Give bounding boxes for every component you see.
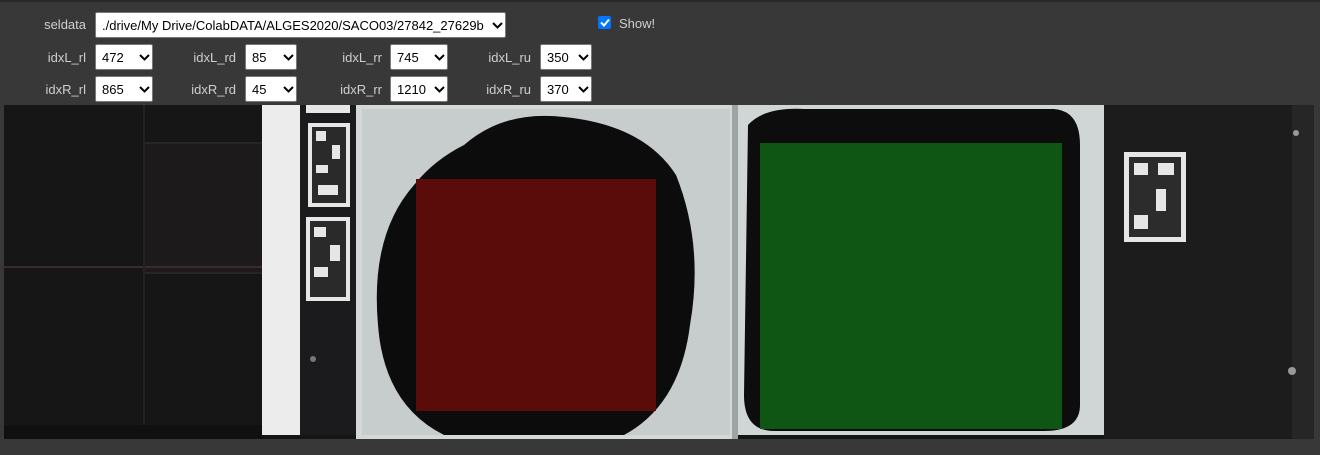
idxR-rl-label: idxR_rl	[45, 82, 86, 97]
idxL-rd-select[interactable]: 85	[245, 44, 297, 70]
top-border	[0, 0, 1320, 2]
idxL-rd-value: 85	[252, 49, 267, 65]
checkmark-icon	[599, 18, 610, 27]
idxL-ru-value: 350	[547, 49, 569, 65]
chevron-down-icon	[280, 53, 296, 61]
chevron-down-icon	[575, 53, 591, 61]
chevron-down-icon	[136, 85, 152, 93]
idxR-ru-value: 370	[547, 81, 569, 97]
chevron-down-icon	[575, 85, 591, 93]
idxL-ru-select[interactable]: 350	[540, 44, 592, 70]
seldata-select[interactable]: ./drive/My Drive/ColabDATA/ALGES2020/SAC…	[95, 12, 506, 38]
chevron-down-icon	[489, 21, 505, 29]
idxR-rr-label: idxR_rr	[340, 82, 382, 97]
idxL-rr-select[interactable]: 745	[390, 44, 448, 70]
right-roi-overlay	[760, 143, 1062, 429]
sample-photo-drawing	[4, 105, 1314, 439]
idxR-rd-label: idxR_rd	[191, 82, 236, 97]
seldata-value: ./drive/My Drive/ColabDATA/ALGES2020/SAC…	[102, 17, 484, 33]
left-roi-overlay	[416, 179, 656, 411]
idxL-rr-value: 745	[397, 49, 419, 65]
idxL-ru-label: idxL_ru	[488, 50, 531, 65]
chevron-down-icon	[431, 85, 447, 93]
show-checkbox[interactable]	[598, 16, 611, 29]
idxR-ru-select[interactable]: 370	[540, 76, 592, 102]
idxR-ru-label: idxR_ru	[486, 82, 531, 97]
chevron-down-icon	[136, 53, 152, 61]
show-label: Show!	[619, 16, 656, 31]
idxR-rl-select[interactable]: 865	[95, 76, 153, 102]
idxL-rl-label: idxL_rl	[47, 50, 86, 65]
idxR-rd-value: 45	[252, 81, 267, 97]
chevron-down-icon	[431, 53, 447, 61]
chevron-down-icon	[280, 85, 296, 93]
idxR-rr-value: 1210	[397, 81, 426, 97]
idxL-rd-label: idxL_rd	[193, 50, 236, 65]
idxL-rl-select[interactable]: 472	[95, 44, 153, 70]
idxL-rl-value: 472	[102, 49, 124, 65]
sample-image	[4, 105, 1314, 439]
idxL-rr-label: idxL_rr	[342, 50, 382, 65]
idxR-rl-value: 865	[102, 81, 124, 97]
idxR-rd-select[interactable]: 45	[245, 76, 297, 102]
seldata-label: seldata	[44, 17, 86, 32]
idxR-rr-select[interactable]: 1210	[390, 76, 448, 102]
